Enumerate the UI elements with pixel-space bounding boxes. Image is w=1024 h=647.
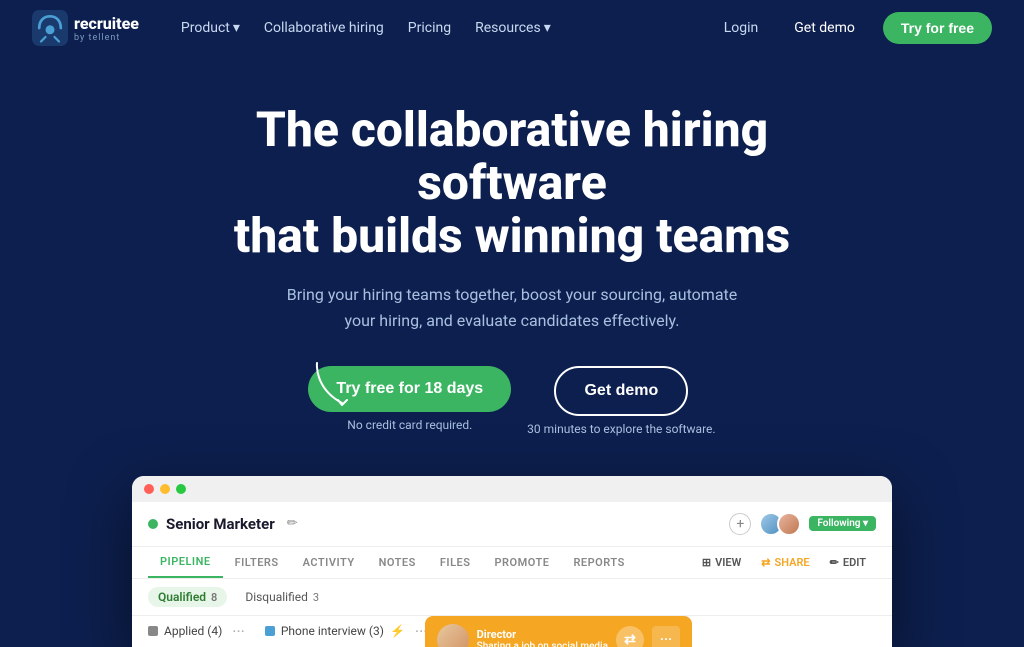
add-button[interactable]: + bbox=[729, 513, 751, 535]
avatar bbox=[777, 512, 801, 536]
bolt-icon: ⚡ bbox=[390, 624, 405, 638]
tab-notes[interactable]: NOTES bbox=[367, 548, 428, 577]
tab-files[interactable]: FILES bbox=[428, 548, 483, 577]
nav-product[interactable]: Product ▾ bbox=[171, 14, 250, 42]
tooltip-more-icon[interactable]: ··· bbox=[652, 626, 680, 647]
hero-heading: The collaborative hiring software that b… bbox=[172, 104, 852, 262]
tab-actions: ⊞ VIEW ⇄ SHARE ✏ EDIT bbox=[692, 548, 876, 577]
chevron-down-icon: ▾ bbox=[233, 20, 240, 36]
job-header-right: + Following ▾ bbox=[729, 512, 876, 536]
edit-action[interactable]: ✏ EDIT bbox=[820, 548, 876, 577]
filter-qualified[interactable]: Qualified 8 bbox=[148, 587, 227, 607]
tab-activity[interactable]: ACTIVITY bbox=[291, 548, 367, 577]
share-icon: ⇄ bbox=[761, 556, 770, 569]
tab-promote[interactable]: PROMOTE bbox=[482, 548, 561, 577]
avatars bbox=[759, 512, 801, 536]
filter-disqualified[interactable]: Disqualified 3 bbox=[235, 587, 329, 607]
view-action[interactable]: ⊞ VIEW bbox=[692, 548, 751, 577]
brand-name: recruitee bbox=[74, 14, 139, 33]
titlebar-minimize bbox=[160, 484, 170, 494]
login-button[interactable]: Login bbox=[716, 14, 767, 42]
logo[interactable]: recruitee by tellent bbox=[32, 10, 139, 46]
stage-applied-dot bbox=[148, 626, 158, 636]
share-circle-icon[interactable]: ⇄ bbox=[616, 626, 644, 647]
tab-pipeline[interactable]: PIPELINE bbox=[148, 547, 223, 578]
nav-collaborative-hiring[interactable]: Collaborative hiring bbox=[254, 14, 394, 42]
nav-actions: Login Get demo Try for free bbox=[716, 12, 992, 44]
secondary-cta-group: Get demo 30 minutes to explore the softw… bbox=[527, 366, 715, 436]
app-titlebar bbox=[132, 476, 892, 502]
edit-title-icon[interactable]: ✏ bbox=[287, 516, 298, 531]
nav-links: Product ▾ Collaborative hiring Pricing R… bbox=[171, 14, 716, 42]
tooltip-content: Director Sharing a job on social media bbox=[477, 628, 608, 647]
filter-bar: Qualified 8 Disqualified 3 bbox=[132, 579, 892, 616]
job-status-dot bbox=[148, 519, 158, 529]
secondary-cta-sub: 30 minutes to explore the software. bbox=[527, 422, 715, 436]
view-icon: ⊞ bbox=[702, 556, 711, 569]
tab-filters[interactable]: FILTERS bbox=[223, 548, 291, 577]
hero-subtext: Bring your hiring teams together, boost … bbox=[272, 282, 752, 333]
app-content: Senior Marketer ✏ + Following ▾ PIPELINE… bbox=[132, 502, 892, 647]
tooltip-title: Director bbox=[477, 628, 608, 641]
job-header: Senior Marketer ✏ + Following ▾ bbox=[132, 502, 892, 547]
titlebar-maximize bbox=[176, 484, 186, 494]
nav-pricing[interactable]: Pricing bbox=[398, 14, 461, 42]
titlebar-close bbox=[144, 484, 154, 494]
arrow-decor bbox=[312, 358, 382, 408]
tooltip-avatar bbox=[437, 624, 469, 647]
stage-phone-dot bbox=[265, 626, 275, 636]
get-demo-hero-button[interactable]: Get demo bbox=[554, 366, 688, 416]
chevron-down-icon: ▾ bbox=[544, 20, 551, 36]
hero-buttons: Try free for 18 days No credit card requ… bbox=[20, 366, 1004, 436]
app-tabs: PIPELINE FILTERS ACTIVITY NOTES FILES PR… bbox=[132, 547, 892, 579]
pipeline-row: Director Sharing a job on social media ⇄… bbox=[132, 616, 892, 647]
share-tooltip: Director Sharing a job on social media ⇄… bbox=[425, 616, 692, 647]
following-badge[interactable]: Following ▾ bbox=[809, 516, 876, 531]
app-preview-wrapper: Senior Marketer ✏ + Following ▾ PIPELINE… bbox=[0, 460, 1024, 647]
stage-applied: Applied (4) ··· bbox=[148, 622, 249, 641]
share-action[interactable]: ⇄ SHARE bbox=[751, 548, 819, 577]
navbar: recruitee by tellent Product ▾ Collabora… bbox=[0, 0, 1024, 56]
hero-section: The collaborative hiring software that b… bbox=[0, 56, 1024, 460]
primary-cta-sub: No credit card required. bbox=[347, 418, 472, 432]
get-demo-button[interactable]: Get demo bbox=[778, 14, 871, 42]
stage-phone: Phone interview (3) ⚡ ··· bbox=[265, 622, 432, 641]
pencil-icon: ✏ bbox=[830, 556, 839, 569]
nav-resources[interactable]: Resources ▾ bbox=[465, 14, 561, 42]
job-title: Senior Marketer bbox=[166, 515, 275, 533]
brand-tagline: by tellent bbox=[74, 33, 139, 43]
tab-reports[interactable]: REPORTS bbox=[561, 548, 636, 577]
tooltip-subtitle: Sharing a job on social media bbox=[477, 641, 608, 647]
try-free-button[interactable]: Try for free bbox=[883, 12, 992, 44]
app-preview: Senior Marketer ✏ + Following ▾ PIPELINE… bbox=[132, 476, 892, 647]
stage-more-icon[interactable]: ··· bbox=[228, 622, 249, 641]
